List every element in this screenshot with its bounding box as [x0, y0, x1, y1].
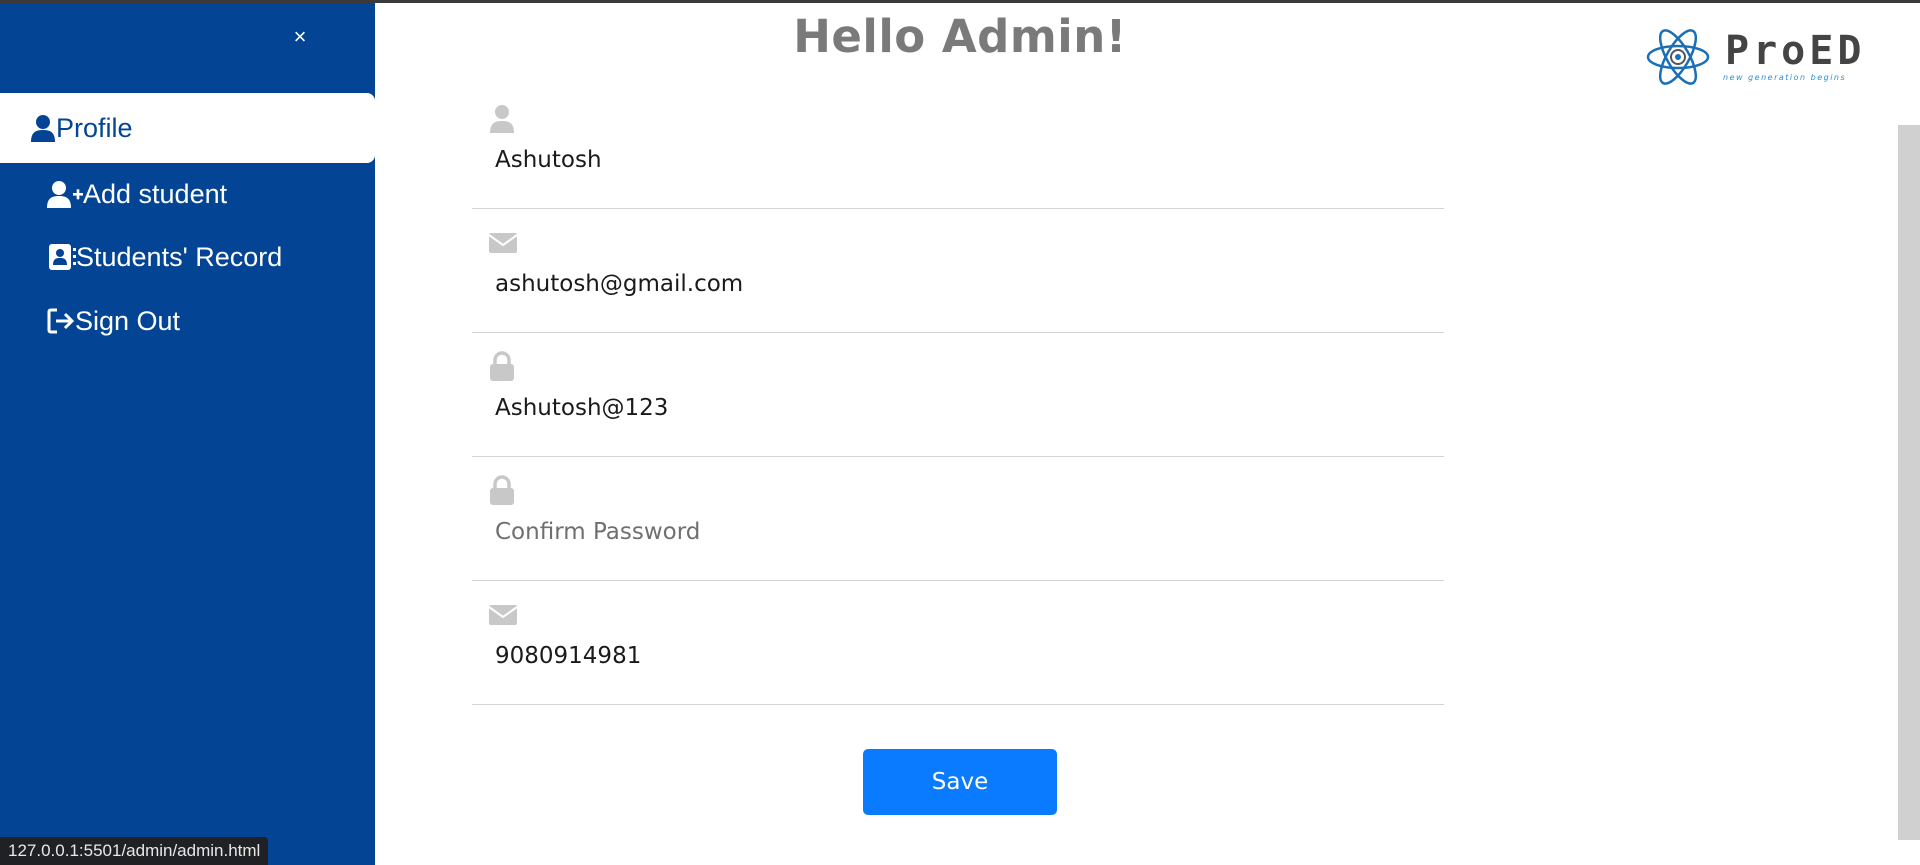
status-bar-url: 127.0.0.1:5501/admin/admin.html [0, 837, 269, 865]
envelope-icon [488, 599, 518, 629]
password-input[interactable]: Ashutosh@123 [495, 395, 668, 421]
name-field[interactable]: Ashutosh [472, 85, 1444, 209]
sidebar-item-label: Sign Out [75, 305, 181, 336]
lock-icon [488, 475, 518, 505]
name-input[interactable]: Ashutosh [495, 147, 602, 173]
address-book-icon [48, 242, 76, 272]
logo-wordmark: ProED [1725, 28, 1866, 74]
user-plus-icon [47, 179, 83, 209]
sidebar-item-label: Add student [83, 178, 228, 209]
phone-field[interactable]: 9080914981 [472, 581, 1444, 705]
sign-out-icon [47, 306, 75, 336]
sidebar-item-label: Profile [56, 112, 133, 143]
email-field[interactable]: ashutosh@gmail.com [472, 209, 1444, 333]
sidebar-item-profile[interactable]: Profile [0, 93, 375, 163]
proed-logo[interactable]: ProED new generation begins [1645, 26, 1885, 92]
close-sidebar-button[interactable]: × [288, 25, 312, 49]
sidebar-item-students-record[interactable]: Students' Record [0, 222, 375, 292]
phone-input[interactable]: 9080914981 [495, 643, 641, 669]
email-input[interactable]: ashutosh@gmail.com [495, 271, 743, 297]
save-button[interactable]: Save [863, 749, 1057, 815]
confirm-password-input[interactable]: Confirm Password [495, 519, 700, 545]
sidebar-item-sign-out[interactable]: Sign Out [0, 286, 375, 356]
scrollbar-thumb[interactable] [1898, 125, 1920, 840]
sidebar-item-label: Students' Record [76, 241, 283, 272]
page-title: Hello Admin! [793, 10, 1127, 63]
lock-icon [488, 351, 518, 381]
password-field[interactable]: Ashutosh@123 [472, 333, 1444, 457]
sidebar-item-add-student[interactable]: Add student [0, 159, 375, 229]
atom-logo-icon [1646, 29, 1710, 85]
confirm-password-field[interactable]: Confirm Password [472, 457, 1444, 581]
envelope-icon [488, 227, 518, 257]
user-icon [30, 113, 56, 143]
logo-tagline: new generation begins [1723, 73, 1847, 82]
user-icon [488, 103, 518, 133]
sidebar: × Profile Add student Students' Record S… [0, 3, 375, 865]
